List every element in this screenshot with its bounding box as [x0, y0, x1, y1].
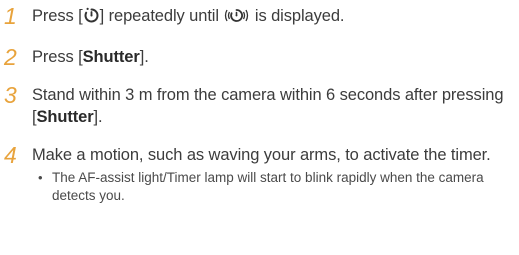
step-2: 2 Press [Shutter].	[4, 44, 516, 70]
step-text: Stand within 3 m from the camera within …	[32, 86, 504, 126]
step-4: 4 Make a motion, such as waving your arm…	[4, 142, 516, 168]
shutter-button-label: Shutter	[36, 108, 94, 126]
step-text: ] repeatedly until	[99, 7, 224, 25]
note-text: The AF-assist light/Timer lamp will star…	[52, 170, 484, 203]
step-text: ].	[93, 108, 103, 126]
step-3: 3 Stand within 3 m from the camera withi…	[4, 82, 516, 128]
step-number: 2	[4, 44, 17, 70]
step-text: Make a motion, such as waving your arms,…	[32, 146, 491, 164]
step-number: 4	[4, 142, 17, 168]
step-1: 1 Press [ ] repeatedly until is displayed…	[4, 3, 516, 30]
step-number: 3	[4, 82, 17, 108]
step-number: 1	[4, 3, 17, 29]
instruction-steps: 1 Press [ ] repeatedly until is displayed…	[4, 0, 516, 205]
step-text: ].	[139, 48, 149, 66]
shutter-button-label: Shutter	[82, 48, 140, 66]
step-text: is displayed.	[250, 7, 345, 25]
step-4-note: • The AF-assist light/Timer lamp will st…	[4, 169, 516, 205]
motion-timer-icon	[223, 7, 250, 30]
step-text: Press [	[32, 7, 83, 25]
bullet: •	[38, 170, 43, 185]
self-timer-icon	[83, 7, 100, 30]
step-text: Press [	[32, 48, 83, 66]
